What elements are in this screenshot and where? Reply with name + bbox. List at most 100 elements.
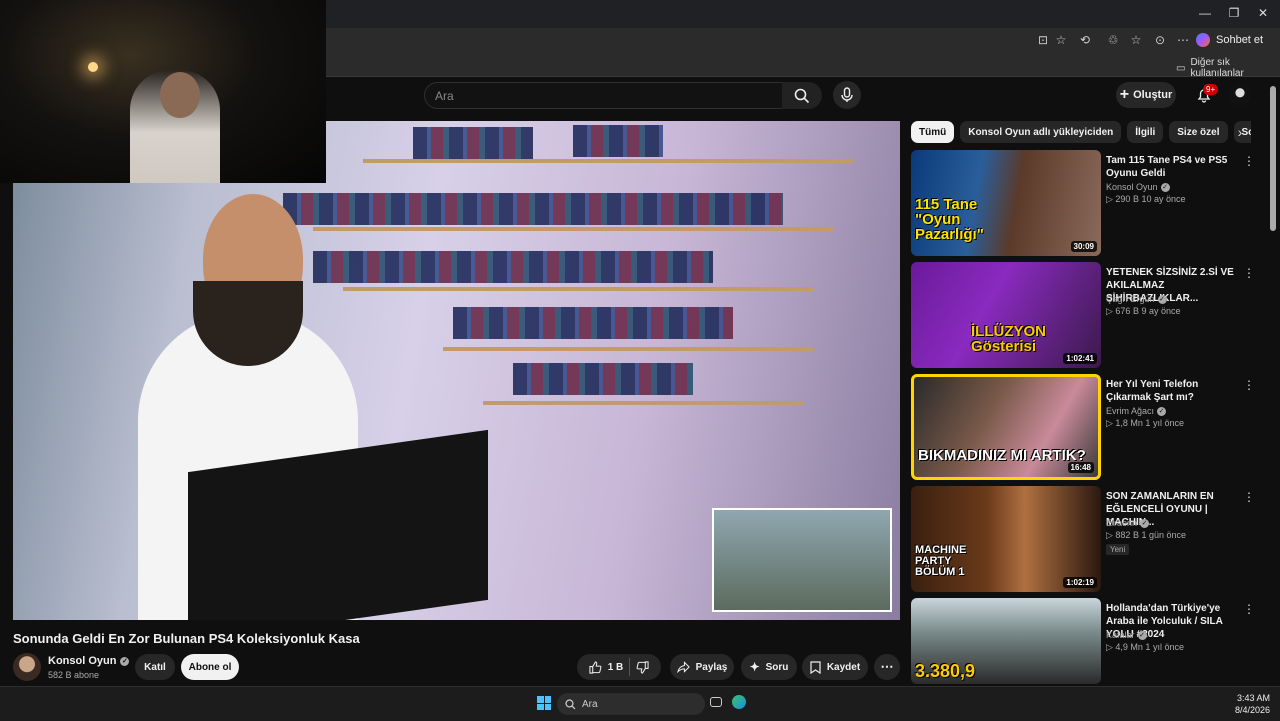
video-thumbnail[interactable]: MACHINE PARTY BÖLÜM 1 1:02:19 [911, 486, 1101, 592]
subscriber-count: 582 B abone [48, 670, 100, 680]
ask-button[interactable]: ✦ Soru [741, 654, 797, 680]
create-button-label: Oluştur [1133, 89, 1173, 101]
subscribe-button[interactable]: Abone ol [181, 654, 239, 680]
more-vertical-icon[interactable]: ⋮ [1243, 490, 1255, 504]
verified-check-icon: ✓ [120, 656, 130, 666]
subscribe-button-label: Abone ol [188, 661, 232, 673]
favorites-icon[interactable]: ☆ [1127, 32, 1145, 48]
verified-check-icon: ✓ [1140, 518, 1150, 528]
channel-name: Konsol Oyun [48, 655, 117, 667]
folder-icon: ▭ [1176, 62, 1186, 74]
recommendation-meta: ▷ 290 B 10 ay önce [1106, 194, 1186, 204]
video-thumbnail[interactable]: BIKMADINIZ MI ARTIK? 16:48 [911, 374, 1101, 480]
save-button-label: Kaydet [826, 661, 861, 673]
favorite-star-icon[interactable]: ☆ [1052, 32, 1070, 48]
restore-button[interactable]: ❐ [1219, 4, 1249, 22]
channel-name: Konsol Oyun [1106, 182, 1158, 192]
taskbar-search[interactable]: Ara [557, 693, 705, 715]
video-duration: 30:09 [1070, 241, 1097, 252]
verified-check-icon: ✓ [1160, 182, 1170, 192]
profile-icon[interactable]: ⊙ [1151, 32, 1169, 48]
browser-menu-icon[interactable]: ⋯ [1174, 32, 1192, 48]
lamp-light [88, 62, 98, 72]
thumbnail-overlay-text: 115 Tane "Oyun Pazarlığı" [915, 196, 984, 243]
more-vertical-icon[interactable]: ⋮ [1243, 378, 1255, 392]
thumbs-down-icon[interactable] [636, 660, 649, 674]
channel-name: Çağrı Ergün [1106, 294, 1155, 304]
performance-icon[interactable]: ♲ [1104, 32, 1122, 48]
thumbs-up-icon[interactable] [589, 660, 602, 674]
webcam-overlay [0, 0, 326, 183]
recommendation-item[interactable]: 115 Tane "Oyun Pazarlığı" 30:09 Tam 115 … [911, 150, 1261, 256]
account-avatar[interactable] [1229, 84, 1251, 106]
like-count[interactable]: 1 B [608, 662, 624, 673]
filter-chips: Tümü Konsol Oyun adlı yükleyiciden İlgil… [911, 121, 1251, 143]
video-duration: 16:48 [1067, 462, 1094, 473]
other-bookmarks-folder[interactable]: ▭ Diğer sık kullanılanlar [1176, 57, 1280, 79]
channel-avatar[interactable] [13, 653, 41, 681]
recommendation-channel[interactable]: Kafalar ✓ [1106, 630, 1147, 640]
join-button-label: Katıl [144, 661, 166, 673]
share-button[interactable]: Paylaş [670, 654, 734, 680]
windows-start-icon[interactable] [537, 696, 551, 710]
more-actions-button[interactable]: ⋯ [874, 654, 900, 680]
share-button-label: Paylaş [695, 661, 728, 673]
recommendation-item[interactable]: BIKMADINIZ MI ARTIK? 16:48 Her Yıl Yeni … [911, 374, 1261, 480]
task-view-icon[interactable] [710, 697, 722, 707]
recommendation-meta: ▷ 676 B 9 ay önce [1106, 306, 1181, 316]
video-player[interactable] [13, 121, 900, 620]
recommendation-item[interactable]: 3.380,9 Hollanda'dan Türkiye'ye Araba il… [911, 598, 1261, 684]
chip-related[interactable]: İlgili [1127, 121, 1164, 143]
like-divider [629, 658, 631, 676]
taskbar-search-placeholder: Ara [582, 698, 598, 710]
create-button[interactable]: + Oluştur [1116, 82, 1176, 108]
channel-name-link[interactable]: Konsol Oyun ✓ [48, 655, 130, 667]
chat-button-label: Sohbet et [1216, 34, 1264, 46]
more-vertical-icon[interactable]: ⋮ [1243, 602, 1255, 616]
chip-from-uploader[interactable]: Konsol Oyun adlı yükleyiciden [960, 121, 1122, 143]
minimize-button[interactable]: — [1190, 4, 1220, 22]
chip-all[interactable]: Tümü [911, 121, 955, 143]
taskbar-apps [710, 695, 746, 709]
video-duration: 1:02:41 [1063, 353, 1097, 364]
search-input[interactable] [425, 87, 767, 104]
more-vertical-icon[interactable]: ⋮ [1243, 266, 1255, 280]
new-badge: Yeni [1106, 544, 1130, 555]
voice-search-button[interactable] [833, 81, 861, 109]
recommendation-title[interactable]: Her Yıl Yeni Telefon Çıkarmak Şart mı? [1106, 378, 1246, 404]
recommendation-title[interactable]: Tam 115 Tane PS4 ve PS5 Oyunu Geldi [1106, 154, 1246, 180]
search-button[interactable] [782, 82, 822, 109]
chat-button[interactable]: Sohbet et [1196, 31, 1263, 49]
streamer-head [160, 72, 200, 118]
search-icon [794, 88, 810, 103]
recommendation-item[interactable]: MACHINE PARTY BÖLÜM 1 1:02:19 SON ZAMANL… [911, 486, 1261, 592]
search-icon [565, 698, 576, 709]
ask-button-label: Soru [765, 661, 789, 673]
channel-name: Elraenn [1106, 518, 1138, 528]
chip-for-you[interactable]: Size özel [1169, 121, 1228, 143]
chevron-right-icon[interactable]: › [1232, 124, 1248, 140]
share-arrow-icon [676, 661, 690, 673]
close-button[interactable]: ✕ [1248, 4, 1278, 22]
picture-in-picture-inset [712, 508, 892, 612]
page-scrollbar-thumb[interactable] [1270, 86, 1276, 231]
recommendation-channel[interactable]: Çağrı Ergün ✓ [1106, 294, 1167, 304]
video-thumbnail[interactable]: İLLÜZYON Gösterisi 1:02:41 [911, 262, 1101, 368]
taskbar-clock[interactable]: 3:43 AM 8/4/2026 [1222, 692, 1270, 716]
recommendation-channel[interactable]: Konsol Oyun ✓ [1106, 182, 1170, 192]
edge-browser-icon[interactable] [732, 695, 746, 709]
join-button[interactable]: Katıl [135, 654, 175, 680]
recommendation-channel[interactable]: Evrim Ağacı ✓ [1106, 406, 1167, 416]
channel-name: Evrim Ağacı [1106, 406, 1155, 416]
split-screen-icon[interactable]: ⊡ [1034, 32, 1052, 48]
video-thumbnail[interactable]: 115 Tane "Oyun Pazarlığı" 30:09 [911, 150, 1101, 256]
extensions-icon[interactable]: ⟲ [1076, 32, 1094, 48]
more-vertical-icon[interactable]: ⋮ [1243, 154, 1255, 168]
notification-count-badge: 9+ [1203, 84, 1219, 95]
video-thumbnail[interactable]: 3.380,9 [911, 598, 1101, 684]
recommendation-item[interactable]: İLLÜZYON Gösterisi 1:02:41 YETENEK SİZSİ… [911, 262, 1261, 368]
recommendation-meta: ▷ 882 B 1 gün önce [1106, 530, 1186, 540]
save-button[interactable]: Kaydet [802, 654, 868, 680]
recommendation-channel[interactable]: Elraenn ✓ [1106, 518, 1150, 528]
video-title: Sonunda Geldi En Zor Bulunan PS4 Koleksi… [13, 631, 360, 646]
